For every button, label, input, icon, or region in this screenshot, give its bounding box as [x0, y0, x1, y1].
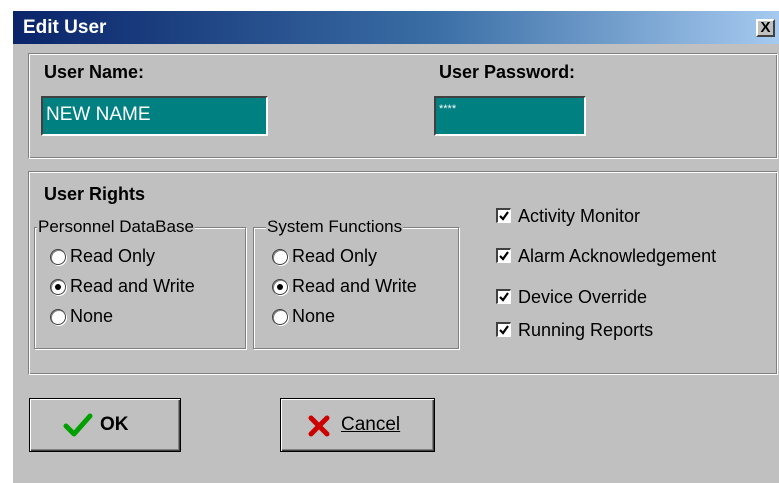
radio-button-icon: [272, 249, 288, 265]
username-field[interactable]: NEW NAME: [41, 96, 268, 136]
radio-label: Read Only: [70, 246, 156, 266]
cancel-label: Cancel: [341, 414, 401, 435]
personnel-database-legend: Personnel DataBase: [37, 217, 195, 237]
radio-label: Read and Write: [70, 276, 195, 296]
password-value: ****: [439, 103, 457, 115]
system-functions-group: System Functions Read Only Read and Writ…: [253, 217, 459, 349]
checkbox-checked-icon: [496, 248, 511, 263]
credentials-panel: User Name: NEW NAME User Password: ****: [28, 53, 778, 159]
radio-label: None: [292, 306, 336, 326]
radio-button-icon: [272, 309, 288, 325]
username-label: User Name:: [44, 62, 145, 82]
close-button[interactable]: X: [756, 19, 775, 37]
red-x-icon: [308, 415, 330, 437]
radio-selected-icon: [50, 279, 66, 295]
checkmark-icon: [63, 413, 93, 437]
cancel-button[interactable]: Cancel: [280, 398, 435, 452]
username-value: NEW NAME: [46, 104, 151, 125]
ok-label: OK: [100, 414, 129, 435]
checkbox-label: Activity Monitor: [518, 206, 641, 226]
password-label: User Password:: [439, 62, 576, 82]
checkbox-checked-icon: [496, 208, 511, 223]
radio-selected-icon: [272, 279, 288, 295]
system-functions-legend: System Functions: [266, 217, 404, 237]
checkbox-checked-icon: [496, 322, 511, 337]
checkbox-label: Device Override: [518, 287, 648, 307]
radio-label: Read Only: [292, 246, 378, 266]
close-icon: X: [760, 19, 771, 36]
checkbox-label: Running Reports: [518, 320, 654, 340]
radio-label: Read and Write: [292, 276, 417, 296]
ok-button[interactable]: OK: [29, 398, 181, 452]
radio-label: None: [70, 306, 114, 326]
user-rights-heading: User Rights: [44, 184, 146, 204]
personnel-database-group: Personnel DataBase Read Only Read and Wr…: [34, 217, 246, 349]
radio-button-icon: [50, 309, 66, 325]
password-field[interactable]: ****: [434, 96, 586, 136]
checkbox-checked-icon: [496, 289, 511, 304]
title-bar[interactable]: Edit User X: [13, 11, 779, 44]
radio-button-icon: [50, 249, 66, 265]
edit-user-dialog: Edit User X User Name: NEW NAME User Pas…: [12, 10, 779, 483]
window-title: Edit User: [23, 17, 107, 38]
checkbox-label: Alarm Acknowledgement: [518, 246, 717, 266]
user-rights-panel: User Rights Personnel DataBase Read Only…: [28, 171, 778, 375]
